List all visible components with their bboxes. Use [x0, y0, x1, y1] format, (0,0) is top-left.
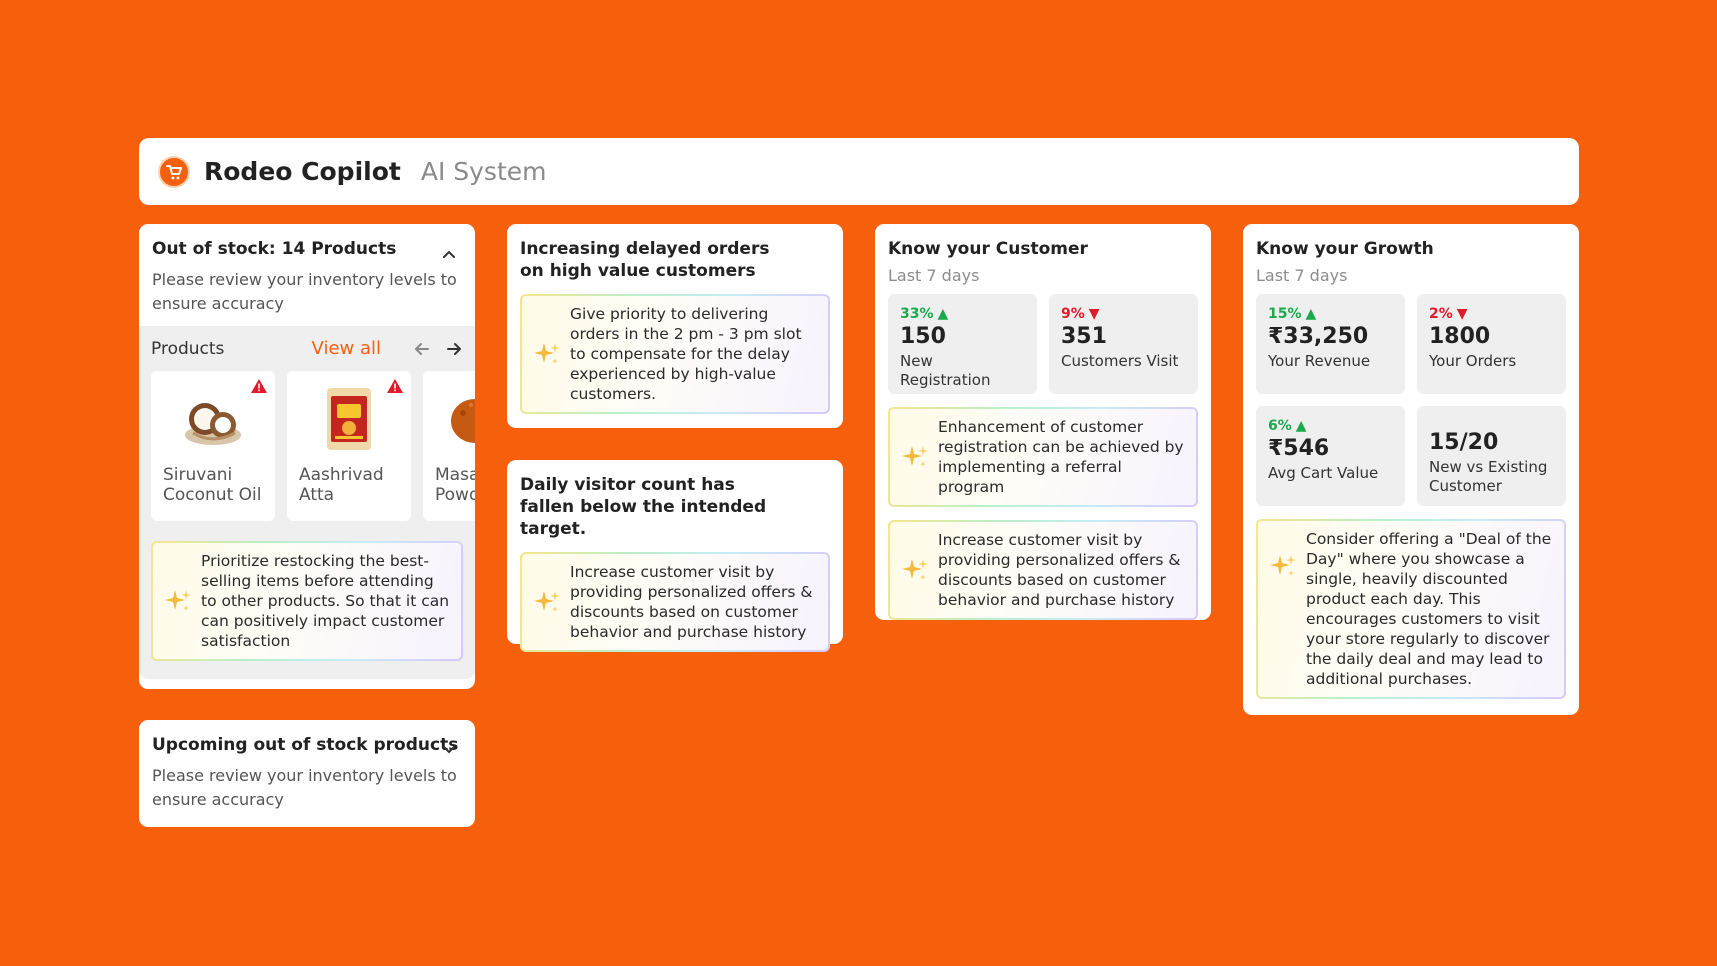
customer-stats: 33% ▲ 150 New Registration 9% ▼ 351 Custom… — [888, 294, 1198, 394]
sparkle-icon — [165, 590, 191, 611]
product-name: Masala Powder — [435, 465, 475, 505]
product-card[interactable]: Siruvani Coconut Oil — [151, 371, 275, 521]
triangle-up-icon: ▲ — [1305, 306, 1317, 322]
visit-insight: Increase customer visit by providing per… — [888, 520, 1198, 620]
stat-label: New vs Existing Customer — [1429, 458, 1548, 495]
chevron-up-icon[interactable] — [441, 246, 457, 262]
growth-title: Know your Growth — [1256, 239, 1434, 259]
restock-insight: Prioritize restocking the best-selling i… — [151, 541, 463, 661]
warning-icon — [251, 379, 267, 393]
stat-value: 15/20 — [1429, 430, 1499, 455]
atta-bag-image — [299, 379, 399, 459]
app-subtitle: AI System — [420, 157, 547, 186]
stat-label: Avg Cart Value — [1268, 464, 1379, 482]
stat-label: Your Revenue — [1268, 352, 1371, 370]
stat-pct: 9% — [1061, 306, 1085, 322]
sparkle-icon — [1270, 555, 1296, 576]
product-card[interactable]: Aashrivad Atta — [287, 371, 411, 521]
visitor-insight: Increase customer visit by providing per… — [520, 552, 830, 652]
stat-pct: 6% — [1268, 418, 1292, 434]
upcoming-title: Upcoming out of stock products — [152, 735, 459, 755]
arrow-right-icon[interactable] — [445, 340, 463, 358]
upcoming-out-of-stock-card: Upcoming out of stock products Please re… — [139, 720, 475, 827]
app-header: Rodeo Copilot AI System — [139, 138, 1579, 205]
warning-icon — [387, 379, 403, 393]
stat-label: New Registration — [900, 352, 991, 389]
masala-powder-image — [435, 379, 475, 459]
app-title: Rodeo Copilot — [204, 157, 401, 186]
growth-period: Last 7 days — [1256, 266, 1348, 285]
triangle-down-icon: ▼ — [1088, 306, 1100, 322]
products-label: Products — [151, 338, 225, 359]
coconut-image — [163, 379, 263, 459]
upcoming-desc: Please review your inventory levels to e… — [152, 766, 457, 809]
delayed-orders-title: Increasing delayed orders on high value … — [520, 239, 770, 281]
insight-text: Give priority to delivering orders in th… — [570, 305, 802, 403]
stat-value: ₹33,250 — [1268, 324, 1369, 349]
out-of-stock-desc: Please review your inventory levels to e… — [152, 270, 457, 313]
customer-period: Last 7 days — [888, 266, 980, 285]
insight-text: Consider offering a "Deal of the Day" wh… — [1306, 530, 1552, 688]
stat-new-registration: 33% ▲ 150 New Registration — [888, 294, 1037, 394]
stat-orders: 2% ▼ 1800 Your Orders — [1417, 294, 1566, 394]
arrow-left-icon[interactable] — [413, 340, 431, 358]
know-your-customer-card: Know your Customer Last 7 days 33% ▲ 150 … — [875, 224, 1211, 620]
stat-pct: 15% — [1268, 306, 1302, 322]
stat-value: 1800 — [1429, 324, 1491, 349]
delayed-insight: Give priority to delivering orders in th… — [520, 294, 830, 414]
delayed-orders-card: Increasing delayed orders on high value … — [507, 224, 843, 428]
triangle-down-icon: ▼ — [1456, 306, 1468, 322]
referral-insight: Enhancement of customer registration can… — [888, 407, 1198, 507]
chevron-down-icon[interactable] — [441, 742, 457, 758]
stat-pct: 33% — [900, 306, 934, 322]
insight-text: Increase customer visit by providing per… — [938, 531, 1181, 609]
customer-title: Know your Customer — [888, 239, 1088, 259]
insight-text: Enhancement of customer registration can… — [938, 418, 1184, 496]
product-name: Aashrivad Atta — [299, 465, 384, 505]
product-name: Siruvani Coconut Oil — [163, 465, 262, 505]
sparkle-icon — [902, 446, 928, 467]
triangle-up-icon: ▲ — [1295, 418, 1307, 434]
out-of-stock-card: Out of stock: 14 Products Please review … — [139, 224, 475, 689]
triangle-up-icon: ▲ — [937, 306, 949, 322]
visitor-count-title: Daily visitor count has fallen below the… — [520, 475, 767, 539]
cart-icon — [158, 155, 190, 188]
stat-new-vs-existing: 15/20 New vs Existing Customer — [1417, 406, 1566, 506]
deal-of-day-insight: Consider offering a "Deal of the Day" wh… — [1256, 519, 1566, 699]
view-all-link[interactable]: View all — [312, 338, 381, 359]
insight-text: Increase customer visit by providing per… — [570, 563, 813, 641]
sparkle-icon — [534, 591, 560, 612]
visitor-count-card: Daily visitor count has fallen below the… — [507, 460, 843, 644]
sparkle-icon — [534, 343, 560, 364]
stat-revenue: 15% ▲ ₹33,250 Your Revenue — [1256, 294, 1405, 394]
growth-stats: 15% ▲ ₹33,250 Your Revenue 2% ▼ 1800 Your … — [1256, 294, 1566, 506]
stat-label: Your Orders — [1429, 352, 1517, 370]
stat-value: ₹546 — [1268, 436, 1330, 461]
know-your-growth-card: Know your Growth Last 7 days 15% ▲ ₹33,25… — [1243, 224, 1579, 715]
stat-pct: 2% — [1429, 306, 1453, 322]
sparkle-icon — [902, 559, 928, 580]
stat-label: Customers Visit — [1061, 352, 1179, 370]
stat-value: 150 — [900, 324, 946, 349]
insight-text: Prioritize restocking the best-selling i… — [201, 552, 450, 650]
stat-value: 351 — [1061, 324, 1107, 349]
products-section: Products View all Siruvani Coconut Oil A… — [139, 326, 475, 679]
out-of-stock-title: Out of stock: 14 Products — [152, 239, 397, 259]
stat-customers-visit: 9% ▼ 351 Customers Visit — [1049, 294, 1198, 394]
product-list: Siruvani Coconut Oil Aashrivad Atta Masa… — [151, 371, 475, 521]
stat-avg-cart-value: 6% ▲ ₹546 Avg Cart Value — [1256, 406, 1405, 506]
product-card[interactable]: Masala Powder — [423, 371, 475, 521]
